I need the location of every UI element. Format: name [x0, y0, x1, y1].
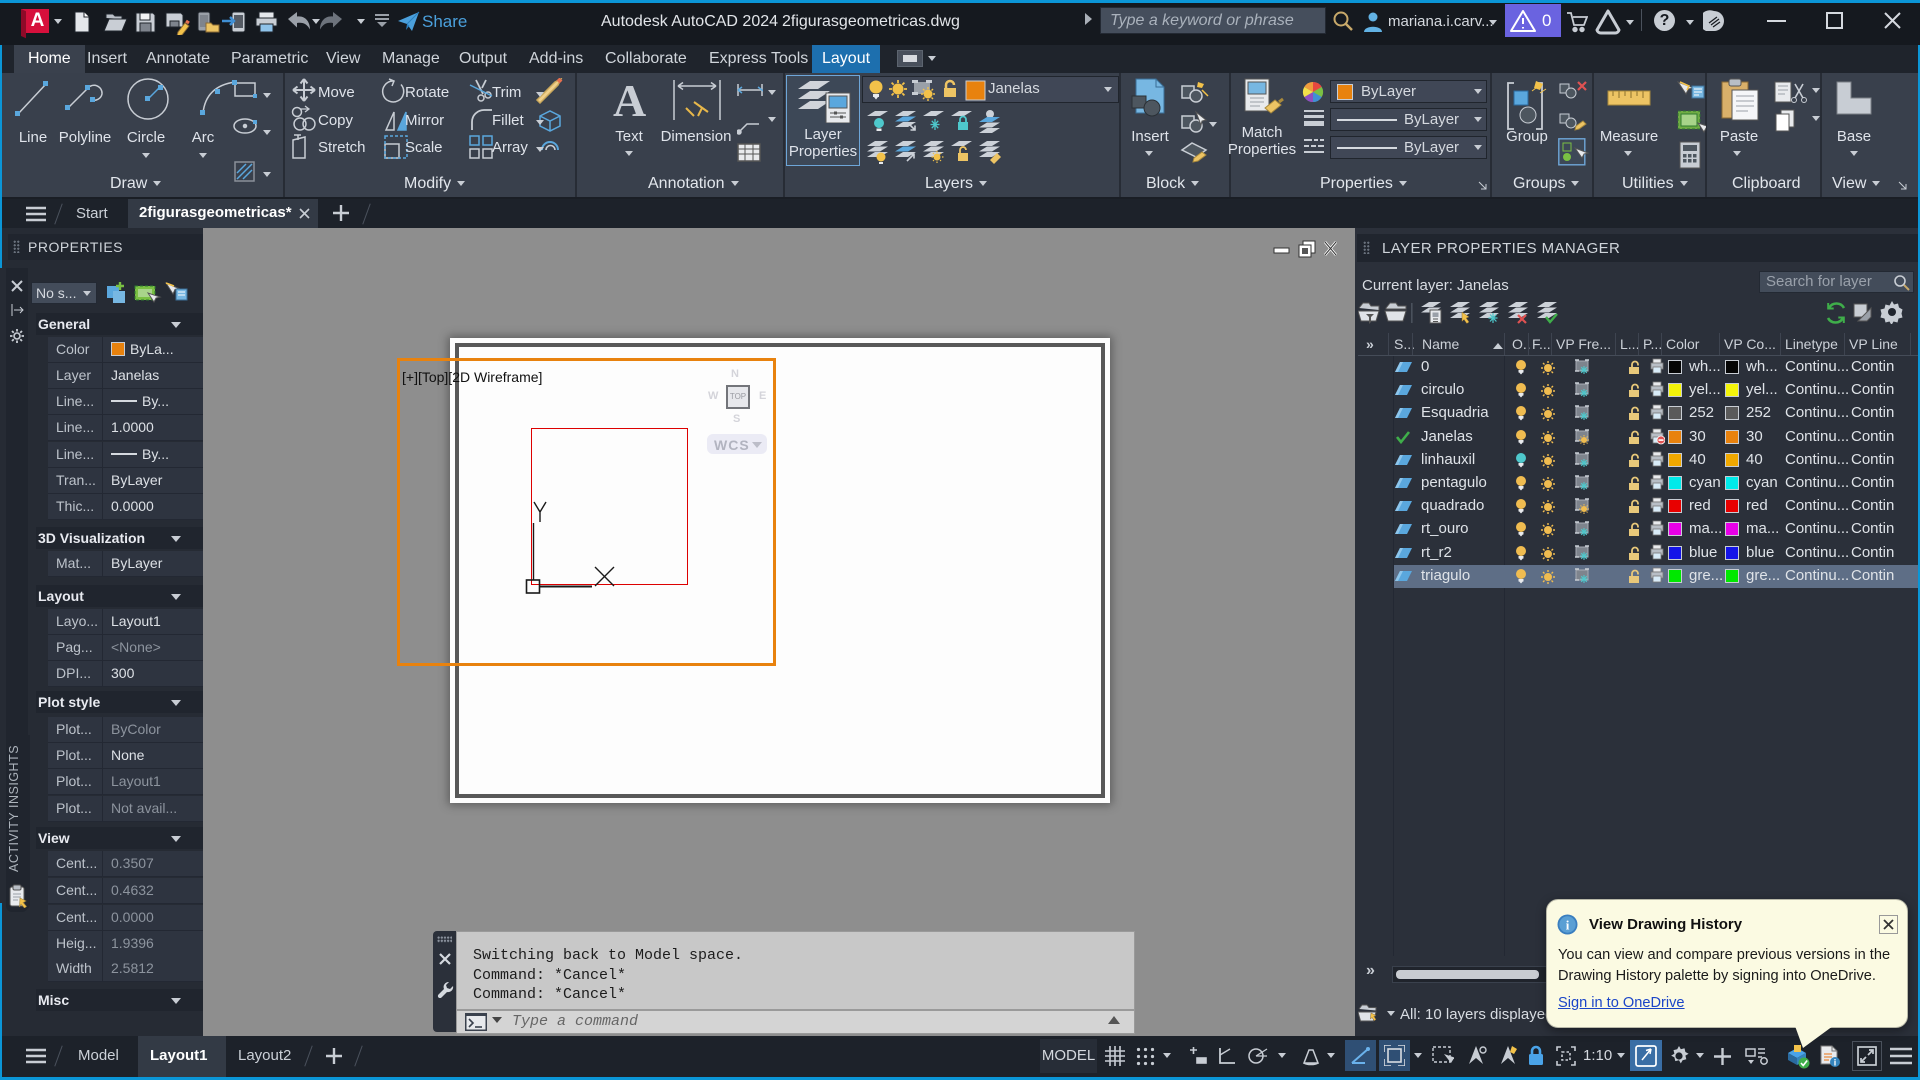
svg-text:i: i	[1566, 918, 1570, 933]
svg-text:i: i	[1834, 1058, 1837, 1068]
